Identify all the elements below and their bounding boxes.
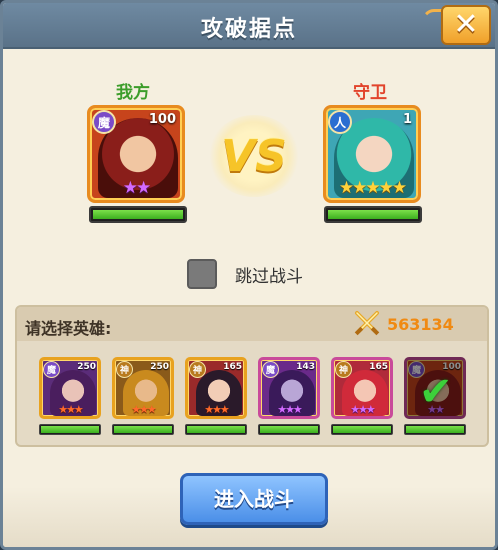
- hero-hp-bar: [404, 424, 466, 435]
- hero-hp-bar: [39, 424, 101, 435]
- hero-hp-fill: [114, 426, 172, 433]
- hero-hp-bar: [112, 424, 174, 435]
- our-hero-hp-bar: [89, 206, 187, 223]
- hero-stars: ★★: [427, 403, 445, 416]
- close-icon: ✕: [453, 7, 479, 42]
- hero-level: 165: [223, 362, 242, 372]
- title-bar: 攻破据点 ✕: [3, 3, 495, 49]
- god-faction-icon: 神: [335, 361, 352, 378]
- crossed-swords-icon: [354, 311, 380, 336]
- our-side-label: 我方: [116, 83, 150, 103]
- hero-level: 143: [296, 362, 315, 372]
- hero-stars: ★★★: [204, 403, 230, 416]
- our-hero-level: 100: [148, 112, 176, 127]
- skip-battle-label: 跳过战斗: [235, 267, 303, 287]
- hero-slot-6[interactable]: 魔 100 ★★: [404, 357, 466, 419]
- human-faction-icon: 人: [328, 110, 352, 134]
- guard-hero-stars: ★★★★★: [338, 178, 407, 198]
- hero-hp-fill: [406, 426, 464, 433]
- guard-hero-hp-bar: [324, 206, 422, 223]
- enter-battle-button[interactable]: 进入战斗: [180, 473, 328, 525]
- demon-faction-icon: 魔: [408, 361, 425, 378]
- hero-stars: ★★★: [350, 403, 376, 416]
- hero-level: 250: [150, 362, 169, 372]
- hero-hp-fill: [333, 426, 391, 433]
- guard-hero-level: 1: [402, 112, 412, 127]
- hero-hp-fill: [260, 426, 318, 433]
- hero-slot-1[interactable]: 魔 250 ★★★: [39, 357, 101, 419]
- hero-slot-2[interactable]: 神 250 ★★★: [112, 357, 174, 419]
- skip-battle-checkbox[interactable]: [187, 259, 217, 289]
- demon-faction-icon: 魔: [43, 361, 60, 378]
- hero-stars: ★★★: [277, 403, 303, 416]
- hero-hp-fill: [41, 426, 99, 433]
- god-faction-icon: 神: [189, 361, 206, 378]
- hero-select-label: 请选择英雄:: [25, 319, 112, 338]
- hero-hp-fill: [187, 426, 245, 433]
- hero-slot-4[interactable]: 魔 143 ★★★: [258, 357, 320, 419]
- close-button[interactable]: ✕: [441, 5, 491, 45]
- guard-hp-fill: [328, 210, 418, 219]
- god-faction-icon: 神: [116, 361, 133, 378]
- hero-stars: ★★★: [131, 403, 157, 416]
- vs-badge: VS: [208, 115, 300, 197]
- guard-side-label: 守卫: [353, 83, 387, 103]
- hero-slot-3[interactable]: 神 165 ★★★: [185, 357, 247, 419]
- our-hero-card: 魔 100 ★★: [87, 105, 185, 203]
- hero-hp-bar: [258, 424, 320, 435]
- hero-hp-bar: [331, 424, 393, 435]
- guard-hero-card: 人 1 ★★★★★: [323, 105, 421, 203]
- hero-select-panel: 请选择英雄: 563134 魔 250 ★★★ 神 250 ★★★ 神 165 …: [15, 305, 489, 447]
- vs-text: VS: [221, 131, 287, 182]
- hero-slot-5[interactable]: 神 165 ★★★: [331, 357, 393, 419]
- our-hero-stars: ★★: [122, 178, 151, 198]
- demon-faction-icon: 魔: [92, 110, 116, 134]
- hero-level: 250: [77, 362, 96, 372]
- our-hp-fill: [93, 210, 183, 219]
- hero-level: 100: [442, 362, 461, 372]
- attack-stronghold-dialog: 攻破据点 ✕ 我方 守卫 魔 100 ★★ VS 人 1 ★★★★★ 跳过战斗 …: [0, 0, 498, 550]
- hero-hp-bar: [185, 424, 247, 435]
- hero-level: 165: [369, 362, 388, 372]
- hero-stars: ★★★: [58, 403, 84, 416]
- combat-power-value: 563134: [387, 315, 454, 334]
- hero-select-header: 请选择英雄: 563134: [17, 307, 487, 341]
- demon-faction-icon: 魔: [262, 361, 279, 378]
